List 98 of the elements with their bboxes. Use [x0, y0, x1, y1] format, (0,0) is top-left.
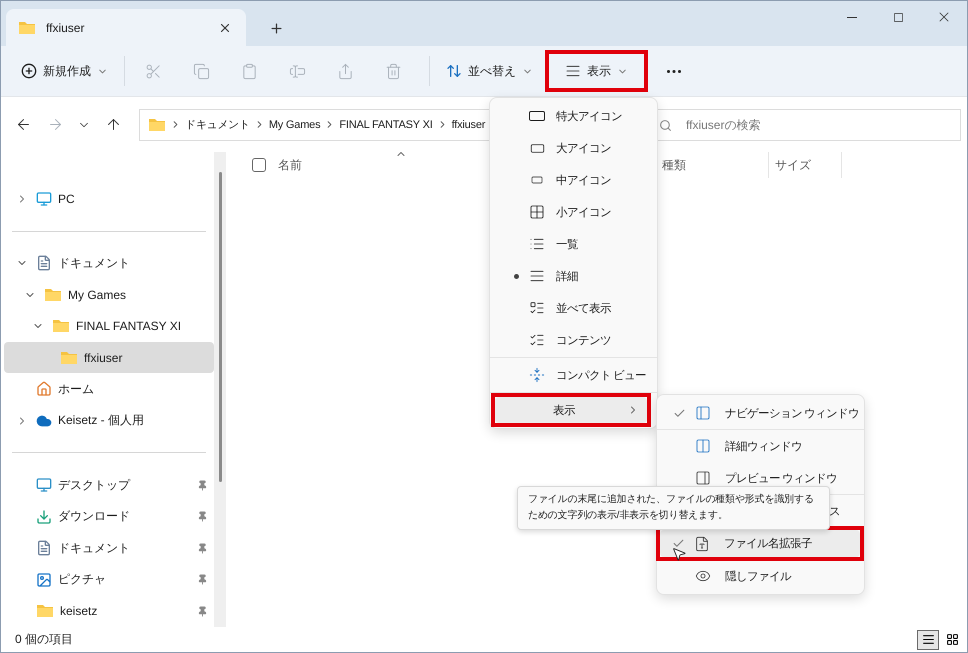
- sidebar-item[interactable]: ドキュメント: [4, 532, 214, 564]
- grid-icon: [946, 633, 958, 646]
- maximize-icon: [892, 12, 904, 22]
- compact-icon: [529, 367, 545, 383]
- folder-icon: [60, 350, 78, 366]
- download-icon: [36, 508, 52, 525]
- pin-icon[interactable]: [197, 574, 208, 586]
- details-icon: [565, 63, 581, 79]
- menu-item[interactable]: 小アイコン: [490, 196, 657, 228]
- folder-icon: [44, 286, 62, 303]
- cloud-icon: [36, 412, 52, 429]
- preview-pane-icon: [695, 470, 711, 486]
- sidebar-label: My Games: [68, 288, 126, 302]
- sidebar-label: ダウンロード: [58, 508, 130, 526]
- pin-icon[interactable]: [197, 606, 208, 617]
- sidebar-label: ホーム: [58, 380, 94, 398]
- menu-item[interactable]: ナビゲーション ウィンドウ: [657, 397, 864, 429]
- view-button[interactable]: 表示: [557, 54, 636, 88]
- sidebar-label: Keisetz - 個人用: [58, 412, 144, 430]
- pin-icon[interactable]: [197, 480, 208, 491]
- sidebar-item[interactable]: Keisetz - 個人用: [4, 404, 214, 436]
- cursor-icon: [671, 546, 687, 562]
- folder-icon: [148, 116, 166, 132]
- menu-item[interactable]: 一覧: [490, 228, 657, 260]
- menu-item[interactable]: 並べて表示: [490, 292, 657, 324]
- sidebar-label: FINAL FANTASY XI: [76, 319, 182, 334]
- document-icon: [36, 255, 52, 272]
- grid-icon: [529, 204, 545, 220]
- home-icon: [36, 381, 52, 398]
- details-icon: [922, 633, 934, 646]
- menu-item[interactable]: 隠しファイル: [657, 560, 864, 592]
- sidebar-label: PC: [58, 192, 75, 206]
- share-icon: [336, 62, 354, 80]
- file-icon: [694, 536, 710, 552]
- sort-icon: [446, 63, 462, 79]
- breadcrumb[interactable]: ドキュメント: [185, 117, 250, 132]
- sidebar-item[interactable]: ffxiuser: [4, 342, 214, 374]
- menu-item[interactable]: 詳細: [490, 260, 657, 292]
- document-icon: [36, 540, 52, 556]
- pane-icon: [695, 405, 711, 421]
- sidebar-label: ドキュメント: [58, 254, 130, 272]
- paste-icon: [240, 62, 258, 80]
- submenu-item[interactable]: 表示: [495, 397, 647, 423]
- sidebar-item[interactable]: ドキュメント: [4, 247, 214, 279]
- select-all-checkbox[interactable]: [252, 158, 266, 172]
- sidebar-label: ピクチャ: [58, 571, 106, 588]
- sidebar-item[interactable]: デスクトップ: [4, 469, 214, 501]
- copy-icon: [192, 62, 210, 80]
- folder-icon: [36, 603, 54, 620]
- tiles-icon: [529, 300, 545, 316]
- sidebar-label: デスクトップ: [58, 476, 130, 494]
- delete-icon: [384, 62, 402, 80]
- folder-icon: [52, 318, 70, 334]
- monitor-icon: [36, 190, 52, 207]
- menu-item[interactable]: コンテンツ: [490, 324, 657, 356]
- tooltip: ファイルの末尾に追加された、ファイルの種類や形式を識別するための文字列の表示/非表示を切り替えます。: [517, 486, 830, 530]
- sidebar-label: ffxiuser: [84, 350, 122, 365]
- item-count: 0 個の項目: [15, 631, 74, 648]
- plus-circle-icon: [21, 63, 37, 79]
- sidebar-label: keisetz: [60, 604, 98, 618]
- sort-button[interactable]: 並べ替え: [438, 54, 541, 88]
- details-icon: [529, 268, 545, 284]
- more-icon: [667, 70, 681, 72]
- pin-icon[interactable]: [197, 511, 208, 522]
- picture-icon: [36, 572, 52, 588]
- rectangle-icon: [531, 174, 543, 186]
- desktop-icon: [36, 477, 52, 494]
- menu-item[interactable]: 詳細ウィンドウ: [657, 430, 864, 462]
- pane-icon: [695, 438, 711, 454]
- tab[interactable]: ffxiuser: [6, 9, 246, 46]
- breadcrumb[interactable]: FINAL FANTASY XI: [339, 118, 433, 130]
- menu-item[interactable]: ファイル名拡張子: [660, 530, 860, 557]
- scrollbar[interactable]: [214, 152, 226, 627]
- breadcrumb[interactable]: My Games: [268, 118, 320, 130]
- search-icon: [659, 118, 672, 132]
- rename-icon: [288, 62, 306, 80]
- sidebar-item[interactable]: ピクチャ: [4, 564, 214, 596]
- sidebar-item[interactable]: PC: [4, 183, 214, 214]
- sidebar-item[interactable]: FINAL FANTASY XI: [4, 310, 214, 342]
- breadcrumb[interactable]: ffxiuser: [452, 118, 486, 130]
- column-header[interactable]: サイズ: [769, 152, 842, 178]
- sidebar-item[interactable]: ホーム: [4, 373, 214, 405]
- eye-icon: [695, 568, 711, 584]
- tab-title: ffxiuser: [46, 20, 86, 34]
- minimize-icon: [847, 16, 857, 18]
- sidebar-item[interactable]: ダウンロード: [4, 500, 214, 532]
- pin-icon[interactable]: [197, 542, 208, 554]
- content-icon: [529, 332, 545, 348]
- menu-item[interactable]: 中アイコン: [490, 164, 657, 196]
- plus-icon: [268, 20, 284, 36]
- details-view-button[interactable]: [917, 630, 939, 650]
- new-button[interactable]: 新規作成: [13, 54, 116, 88]
- sidebar-label: ドキュメント: [58, 540, 130, 557]
- sidebar-item[interactable]: My Games: [4, 278, 214, 310]
- menu-item[interactable]: コンパクト ビュー: [490, 359, 657, 391]
- folder-icon: [18, 20, 36, 36]
- cut-icon: [144, 62, 162, 80]
- sidebar-item[interactable]: keisetz: [4, 595, 214, 627]
